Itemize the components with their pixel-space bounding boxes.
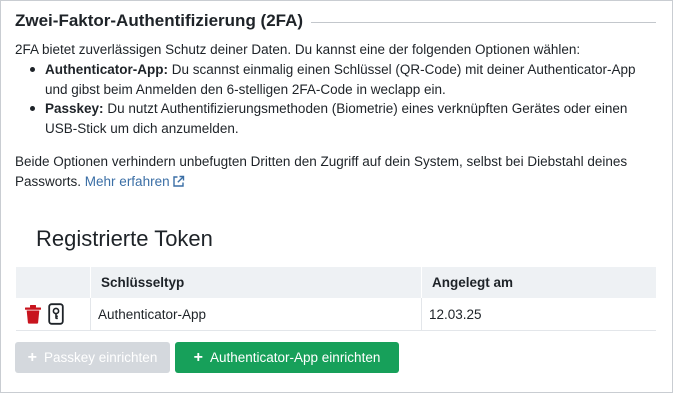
row-actions-cell [16, 298, 91, 331]
option-description: Du nutzt Authentifizierungsmethoden (Bio… [45, 101, 628, 136]
section-header: Zwei-Faktor-Authentifizierung (2FA) [15, 11, 656, 31]
section-title: Zwei-Faktor-Authentifizierung (2FA) [15, 11, 304, 30]
list-item: Passkey: Du nutzt Authentifizierungsmeth… [15, 99, 655, 138]
learn-more-link[interactable]: Mehr erfahren [85, 174, 185, 189]
plus-icon: + [27, 348, 38, 366]
column-header-created[interactable]: Angelegt am [421, 267, 656, 298]
add-authenticator-label: Authenticator-App einrichten [209, 350, 381, 365]
table-header-row: Schlüsseltyp Angelegt am [16, 267, 656, 298]
external-link-icon [172, 174, 185, 194]
column-header-type[interactable]: Schlüsseltyp [90, 267, 422, 298]
option-name: Passkey: [45, 101, 104, 116]
plus-icon: + [193, 348, 203, 366]
option-list: Authenticator-App: Du scannst einmalig e… [15, 60, 655, 138]
phone-key-icon [48, 303, 64, 325]
row-created-cell: 12.03.25 [421, 298, 656, 331]
add-passkey-label: Passkey einrichten [44, 350, 158, 365]
trash-icon[interactable] [24, 304, 42, 324]
add-authenticator-button[interactable]: + Authenticator-App einrichten [175, 342, 399, 373]
learn-more-label: Mehr erfahren [84, 174, 170, 189]
security-note: Beide Optionen verhindern unbefugten Dri… [15, 152, 655, 194]
intro-text: 2FA bietet zuverlässigen Schutz deiner D… [15, 42, 581, 57]
section-divider [311, 21, 656, 23]
tokens-heading: Registrierte Token [36, 226, 213, 251]
tokens-table: Schlüsseltyp Angelegt am Authenticator-A… [16, 267, 656, 331]
row-type-cell: Authenticator-App [90, 298, 422, 331]
column-header-actions [16, 267, 91, 298]
add-passkey-button[interactable]: + Passkey einrichten [15, 342, 170, 373]
table-row: Authenticator-App 12.03.25 [16, 298, 656, 331]
option-name: Authenticator-App: [45, 62, 168, 77]
settings-panel: Zwei-Faktor-Authentifizierung (2FA) 2FA … [0, 0, 673, 393]
list-item: Authenticator-App: Du scannst einmalig e… [15, 60, 655, 99]
